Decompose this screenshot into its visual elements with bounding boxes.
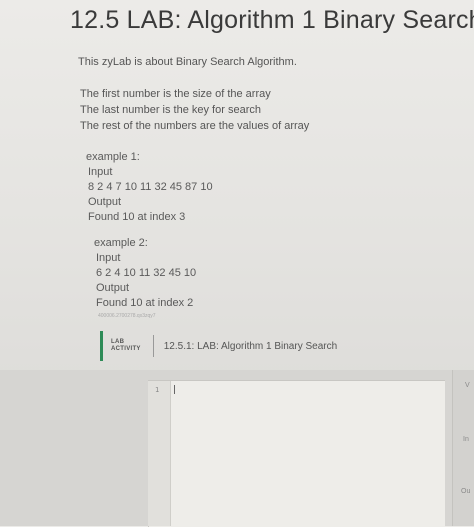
rule-item: The rest of the numbers are the values o… <box>80 120 310 132</box>
lab-tag-line1: LAB <box>111 339 125 345</box>
side-panel-output-label[interactable]: Ou <box>461 488 470 495</box>
lab-tag-line2: ACTIVITY <box>111 346 141 352</box>
example-heading: example 2: <box>94 237 148 249</box>
line-number: 1 <box>155 386 160 394</box>
intro-text: This zyLab is about Binary Search Algori… <box>78 56 297 68</box>
banner-divider <box>152 335 154 357</box>
lab-accent-bar <box>100 331 103 361</box>
lab-activity-banner: LAB ACTIVITY 12.5.1: LAB: Algorithm 1 Bi… <box>100 330 337 362</box>
code-editor[interactable] <box>148 380 445 527</box>
output-value: Found 10 at index 3 <box>88 211 186 223</box>
example-block: example 2: Input 6 2 4 10 11 32 45 10 Ou… <box>94 236 196 311</box>
output-label: Output <box>88 196 122 208</box>
output-label: Output <box>96 282 130 294</box>
rule-item: The first number is the size of the arra… <box>80 88 271 100</box>
example-heading: example 1: <box>86 151 140 163</box>
side-panel-input-label[interactable]: In <box>463 436 469 443</box>
rules-list: The first number is the size of the arra… <box>80 86 309 134</box>
text-cursor <box>174 385 175 394</box>
side-panel-label-top: V <box>465 382 470 389</box>
input-value: 6 2 4 10 11 32 45 10 <box>96 267 197 279</box>
editor-gutter <box>148 381 171 526</box>
lab-page: 12.5 LAB: Algorithm 1 Binary Search This… <box>0 0 474 527</box>
input-value: 8 2 4 7 10 11 32 45 87 10 <box>88 181 213 193</box>
activity-id: 400006.2700278.qx3zqy7 <box>98 313 156 319</box>
lab-activity-tag: LAB ACTIVITY <box>111 339 141 353</box>
example-block: example 1: Input 8 2 4 7 10 11 32 45 87 … <box>86 150 213 225</box>
input-label: Input <box>96 252 121 264</box>
page-title: 12.5 LAB: Algorithm 1 Binary Search <box>70 6 474 34</box>
output-value: Found 10 at index 2 <box>96 297 194 309</box>
input-label: Input <box>88 166 113 178</box>
rule-item: The last number is the key for search <box>80 104 261 116</box>
lab-activity-name: 12.5.1: LAB: Algorithm 1 Binary Search <box>163 340 338 352</box>
side-panel: V In Ou <box>452 370 474 526</box>
